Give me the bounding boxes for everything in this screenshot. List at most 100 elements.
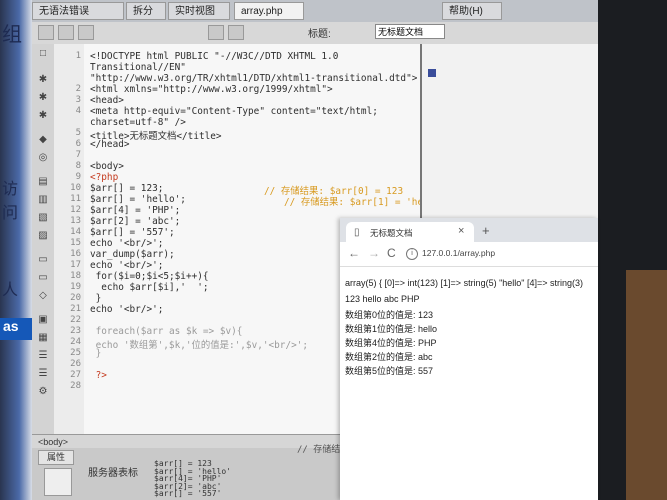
reload-icon[interactable]: C	[387, 246, 396, 260]
code-line[interactable]: <body>	[90, 161, 124, 172]
output-line: 123 hello abc PHP	[345, 294, 420, 304]
line-number: 20	[70, 293, 81, 303]
design-view-button[interactable]	[78, 25, 94, 40]
code-line[interactable]: $arr[] = 123;	[90, 183, 163, 194]
code-line[interactable]: Transitional//EN"	[90, 62, 186, 73]
code-line[interactable]: ?>	[90, 370, 107, 381]
browser-window: ▯ 无标题文档 × + ← → C i 127.0.0.1/array.php …	[340, 218, 598, 500]
tab-syntax-status[interactable]: 无语法错误	[32, 2, 124, 20]
expand-all-icon[interactable]: ✱	[36, 110, 50, 122]
line-number: 19	[70, 282, 81, 292]
code-line[interactable]: <?php	[90, 172, 118, 183]
close-icon[interactable]: ×	[458, 225, 464, 237]
code-line[interactable]: echo $arr[$i],' ';	[90, 282, 208, 293]
code-line[interactable]: </head>	[90, 139, 130, 150]
open-documents-icon[interactable]: □	[36, 48, 50, 60]
tab-split[interactable]: 拆分	[126, 2, 166, 20]
apply-comment-icon[interactable]: ▭	[36, 254, 50, 266]
line-number: 27	[70, 370, 81, 380]
select-parent-tag-icon[interactable]: ◆	[36, 134, 50, 146]
wrap-tag-icon[interactable]: ◇	[36, 290, 50, 302]
indent-code-icon[interactable]: ☰	[36, 350, 50, 362]
line-number: 18	[70, 271, 81, 281]
properties-tab[interactable]: 属性	[38, 450, 75, 465]
code-line[interactable]: echo '<br/>';	[90, 238, 163, 249]
code-line[interactable]: echo '数组第',$k,'位的值是:',$v,'<br/>';	[90, 337, 308, 351]
output-line: 数组第0位的值是: 123	[345, 310, 434, 320]
background-glyph: 访问	[2, 179, 19, 222]
code-line[interactable]: <head>	[90, 95, 124, 106]
coding-toolbar: □ ✱ ✱ ✱ ◆ ◎ ▤ ▥ ▧ ▨ ▭ ▭ ◇ ▣ ▦ ☰ ☰ ⚙	[32, 44, 55, 434]
line-number: 5	[75, 128, 81, 138]
title-input[interactable]: 无标题文档	[375, 24, 445, 39]
monitor-right-bezel	[598, 0, 667, 500]
line-number: 25	[70, 348, 81, 358]
code-view-button[interactable]	[38, 25, 54, 40]
line-number: 21	[70, 304, 81, 314]
properties-code-preview: $arr[] = 123 $arr[] = 'hello' $arr[4]= '…	[154, 459, 232, 499]
move-css-icon[interactable]: ▦	[36, 332, 50, 344]
code-line[interactable]: $arr[] = '557';	[90, 227, 175, 238]
highlight-invalid-icon[interactable]: ▥	[36, 194, 50, 206]
line-number: 12	[70, 205, 81, 215]
site-info-icon[interactable]: i	[406, 248, 418, 260]
new-tab-icon[interactable]: +	[482, 223, 490, 238]
menu-help[interactable]: 帮助(H)	[442, 2, 502, 20]
split-view-button[interactable]	[58, 25, 74, 40]
syntax-error-icon[interactable]: ▨	[36, 230, 50, 242]
background-object	[626, 270, 667, 500]
code-line[interactable]: "http://www.w3.org/TR/xhtml1/DTD/xhtml1-…	[90, 73, 417, 84]
tab-live-view[interactable]: 实时视图	[168, 2, 230, 20]
collapse-tag-icon[interactable]: ✱	[36, 74, 50, 86]
code-line[interactable]: echo '<br/>';	[90, 260, 163, 271]
code-line[interactable]: <!DOCTYPE html PUBLIC "-//W3C//DTD XHTML…	[90, 51, 338, 62]
forward-icon[interactable]: →	[368, 246, 380, 260]
collapse-selection-icon[interactable]: ✱	[36, 92, 50, 104]
code-line[interactable]: $arr[4] = 'PHP';	[90, 205, 180, 216]
format-source-icon[interactable]: ⚙	[36, 386, 50, 398]
browser-tab-title: 无标题文档	[370, 228, 413, 238]
balance-braces-icon[interactable]: ◎	[36, 152, 50, 164]
monitor-frame: 组 访问 人 as 无语法错误 拆分 实时视图 array.php 帮助(H) …	[0, 0, 667, 500]
code-line[interactable]: for($i=0;$i<5;$i++){	[90, 271, 209, 282]
tag-selector-body[interactable]: <body>	[32, 437, 68, 447]
document-icon: ▯	[354, 227, 360, 238]
outdent-code-icon[interactable]: ☰	[36, 368, 50, 380]
code-line[interactable]: <html xmlns="http://www.w3.org/1999/xhtm…	[90, 84, 333, 95]
code-line[interactable]: foreach($arr as $k => $v){	[90, 326, 243, 337]
code-line[interactable]: echo '<br/>';	[90, 304, 163, 315]
url-input[interactable]: 127.0.0.1/array.php	[422, 248, 495, 258]
remove-comment-icon[interactable]: ▭	[36, 272, 50, 284]
refresh-button[interactable]	[208, 25, 224, 40]
browser-tab[interactable]: ▯ 无标题文档 ×	[346, 222, 474, 242]
word-wrap-icon[interactable]: ▧	[36, 212, 50, 224]
line-number: 4	[75, 106, 81, 116]
background-banner: as	[0, 318, 32, 340]
line-number: 1	[75, 51, 81, 61]
output-line: 数组第4位的值是: PHP	[345, 338, 437, 348]
line-number: 13	[70, 216, 81, 226]
properties-section-title: 服务器表标	[88, 468, 138, 479]
inspect-button[interactable]	[228, 25, 244, 40]
code-line[interactable]: var_dump($arr);	[90, 249, 175, 260]
output-line: 数组第2位的值是: abc	[345, 352, 433, 362]
recent-snippets-icon[interactable]: ▣	[36, 314, 50, 326]
tab-array-php[interactable]: array.php	[234, 2, 304, 20]
element-marker[interactable]	[428, 69, 436, 77]
line-number: 9	[75, 172, 81, 182]
line-number: 23	[70, 326, 81, 336]
server-markup-icon	[44, 468, 72, 496]
code-line[interactable]: <meta http-equiv="Content-Type" content=…	[90, 106, 378, 117]
background-glyph: 组	[2, 22, 22, 46]
title-label: 标题:	[308, 29, 331, 40]
line-number: 11	[70, 194, 81, 204]
code-line[interactable]: charset=utf-8" />	[90, 117, 186, 128]
browser-address-bar: ← → C i 127.0.0.1/array.php	[340, 242, 598, 267]
code-line[interactable]: }	[90, 348, 102, 359]
code-line[interactable]: $arr[2] = 'abc';	[90, 216, 180, 227]
line-numbers-icon[interactable]: ▤	[36, 176, 50, 188]
back-icon[interactable]: ←	[348, 246, 360, 260]
document-toolbar: 标题: 无标题文档	[32, 22, 598, 45]
code-line[interactable]: }	[90, 293, 102, 304]
code-line[interactable]: $arr[] = 'hello';	[90, 194, 186, 205]
